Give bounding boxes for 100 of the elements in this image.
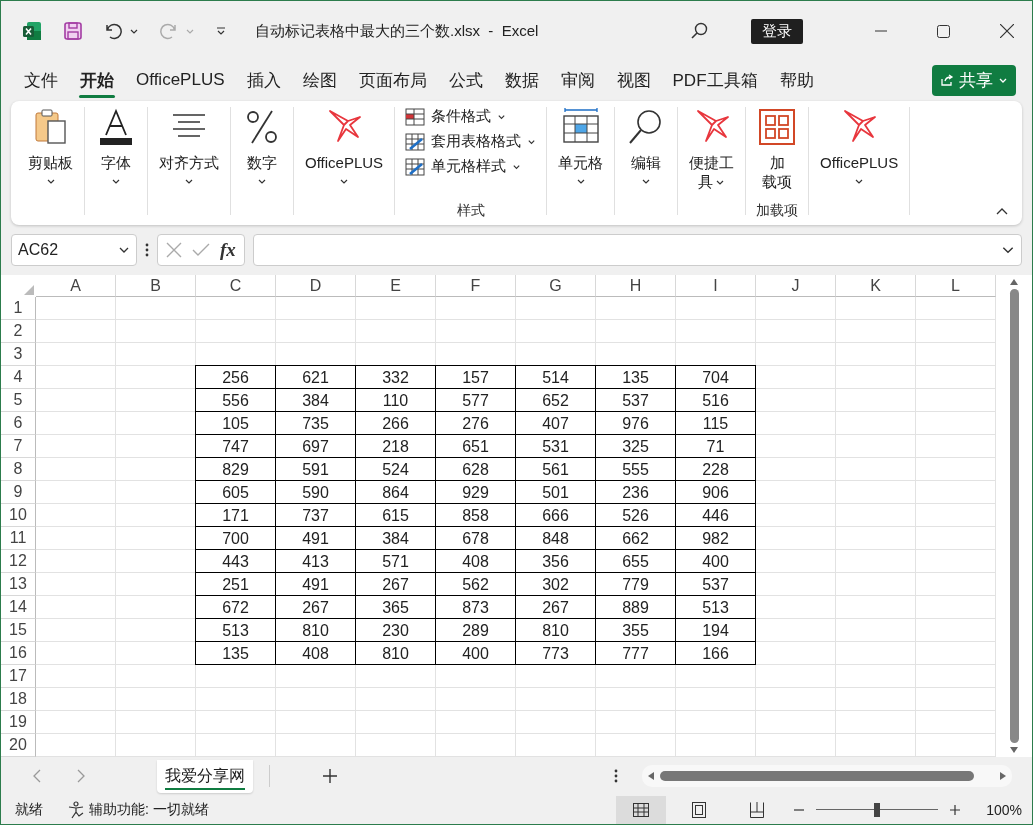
column-header[interactable]: L <box>916 275 996 297</box>
column-header[interactable]: C <box>196 275 276 297</box>
accessibility-icon <box>67 800 85 819</box>
ribbon-tab[interactable]: 文件 <box>15 62 67 98</box>
ribbon-button[interactable]: OfficePLUS <box>298 105 391 186</box>
more-options-icon[interactable] <box>614 769 618 783</box>
ribbon-button[interactable]: 对齐方式 <box>152 105 226 186</box>
table-format-icon <box>405 132 426 151</box>
search-icon[interactable] <box>689 21 709 41</box>
zoom-in-icon[interactable] <box>950 804 961 815</box>
row-header[interactable]: 3 <box>1 343 36 366</box>
horizontal-scrollbar[interactable] <box>642 765 1012 787</box>
table-format-icon <box>405 157 426 176</box>
grid-icon <box>757 107 798 147</box>
row-header[interactable]: 8 <box>1 458 36 481</box>
ribbon-menu-button[interactable]: 套用表格格式 <box>405 132 537 151</box>
scroll-thumb[interactable] <box>1009 289 1019 743</box>
ribbon-button[interactable]: 加 载项 <box>750 105 805 191</box>
ribbon-button[interactable]: OfficePLUS <box>813 105 906 186</box>
row-header[interactable]: 14 <box>1 596 36 619</box>
column-header[interactable]: E <box>356 275 436 297</box>
page-icon <box>691 801 708 818</box>
ribbon-tab[interactable]: OfficePLUS <box>127 64 234 96</box>
scroll-left-icon[interactable] <box>648 772 654 780</box>
name-box[interactable]: AC62 <box>11 234 137 266</box>
row-header[interactable]: 18 <box>1 688 36 711</box>
ribbon-tab[interactable]: 公式 <box>439 62 492 98</box>
row-header[interactable]: 13 <box>1 573 36 596</box>
row-header[interactable]: 5 <box>1 389 36 412</box>
page-break-icon <box>749 801 766 818</box>
accessibility-button[interactable]: 辅助功能: 一切就绪 <box>67 800 209 819</box>
column-header[interactable]: D <box>276 275 356 297</box>
ribbon-tab[interactable]: 审阅 <box>551 62 604 98</box>
ribbon-tab[interactable]: 视图 <box>607 62 660 98</box>
sheet-tab[interactable]: 我爱分享网 <box>157 759 253 793</box>
caret-icon <box>497 112 507 121</box>
column-header[interactable]: K <box>836 275 916 297</box>
ribbon-button[interactable]: 剪贴板 <box>21 105 80 186</box>
column-header[interactable]: J <box>756 275 836 297</box>
ribbon-menu-button[interactable]: 条件格式 <box>405 107 537 126</box>
close-icon[interactable] <box>1000 24 1014 38</box>
ribbon-tab[interactable]: 帮助 <box>770 62 823 98</box>
ribbon-button[interactable]: 字体 <box>89 105 143 186</box>
row-header[interactable]: 20 <box>1 734 36 757</box>
row-header[interactable]: 9 <box>1 481 36 504</box>
caret-icon <box>527 137 537 146</box>
ribbon-button[interactable]: 单元格 <box>551 105 611 186</box>
sign-in-button[interactable]: 登录 <box>751 18 803 44</box>
scroll-down-icon[interactable] <box>1010 747 1018 753</box>
ribbon-tab[interactable]: PDF工具箱 <box>663 62 767 98</box>
share-button[interactable]: 共享 <box>932 64 1016 96</box>
ribbon-button[interactable]: 编辑 <box>619 105 674 186</box>
zoom-level[interactable]: 100% <box>986 801 1022 818</box>
column-header[interactable]: A <box>36 275 116 297</box>
row-header[interactable]: 12 <box>1 550 36 573</box>
formula-input[interactable] <box>252 234 1022 266</box>
row-header[interactable]: 17 <box>1 665 36 688</box>
row-header[interactable]: 10 <box>1 504 36 527</box>
row-header[interactable]: 7 <box>1 435 36 458</box>
ribbon-button[interactable]: 数字 <box>235 105 289 186</box>
group-label: 样式 <box>456 202 485 220</box>
table-cell: 704 <box>675 365 756 389</box>
collapse-ribbon-icon[interactable] <box>996 207 1008 215</box>
ribbon-tab[interactable]: 开始 <box>71 62 123 98</box>
caret-icon <box>512 162 522 171</box>
status-text: 就绪 <box>15 800 43 819</box>
save-icon[interactable] <box>63 21 83 41</box>
ribbon-tab[interactable]: 页面布局 <box>349 62 436 98</box>
ribbon-button[interactable]: 便捷工 具 <box>682 105 742 191</box>
ribbon-menu-button[interactable]: 单元格样式 <box>405 157 537 176</box>
customize-toolbar-icon[interactable] <box>215 25 227 37</box>
insert-function-button[interactable]: fx <box>220 239 236 261</box>
more-options-icon[interactable] <box>145 243 149 257</box>
normal-view-button[interactable] <box>616 795 667 824</box>
scroll-up-icon[interactable] <box>1010 279 1018 285</box>
ribbon-tab[interactable]: 数据 <box>495 62 548 98</box>
row-header[interactable]: 16 <box>1 642 36 665</box>
column-header[interactable]: H <box>596 275 676 297</box>
column-header[interactable]: F <box>436 275 516 297</box>
maximize-icon[interactable] <box>937 24 950 38</box>
row-header[interactable]: 4 <box>1 366 36 389</box>
row-header[interactable]: 2 <box>1 320 36 343</box>
undo-icon[interactable] <box>103 21 123 41</box>
scroll-right-icon[interactable] <box>1000 772 1006 780</box>
zoom-slider[interactable] <box>816 802 939 817</box>
ribbon-tab[interactable]: 绘图 <box>293 62 346 98</box>
add-sheet-icon[interactable] <box>322 768 338 784</box>
row-header[interactable]: 19 <box>1 711 36 734</box>
row-header[interactable]: 6 <box>1 412 36 435</box>
ribbon-tab[interactable]: 插入 <box>237 62 290 98</box>
table-format-icon <box>405 107 426 126</box>
check-icon[interactable] <box>192 243 210 257</box>
row-header[interactable]: 11 <box>1 527 36 550</box>
table-cell: 256 <box>195 365 276 389</box>
table-cell: 166 <box>675 641 756 665</box>
column-header[interactable]: G <box>516 275 596 297</box>
column-header[interactable]: I <box>676 275 756 297</box>
column-header[interactable]: B <box>116 275 196 297</box>
row-header[interactable]: 15 <box>1 619 36 642</box>
row-header[interactable]: 1 <box>1 297 36 320</box>
